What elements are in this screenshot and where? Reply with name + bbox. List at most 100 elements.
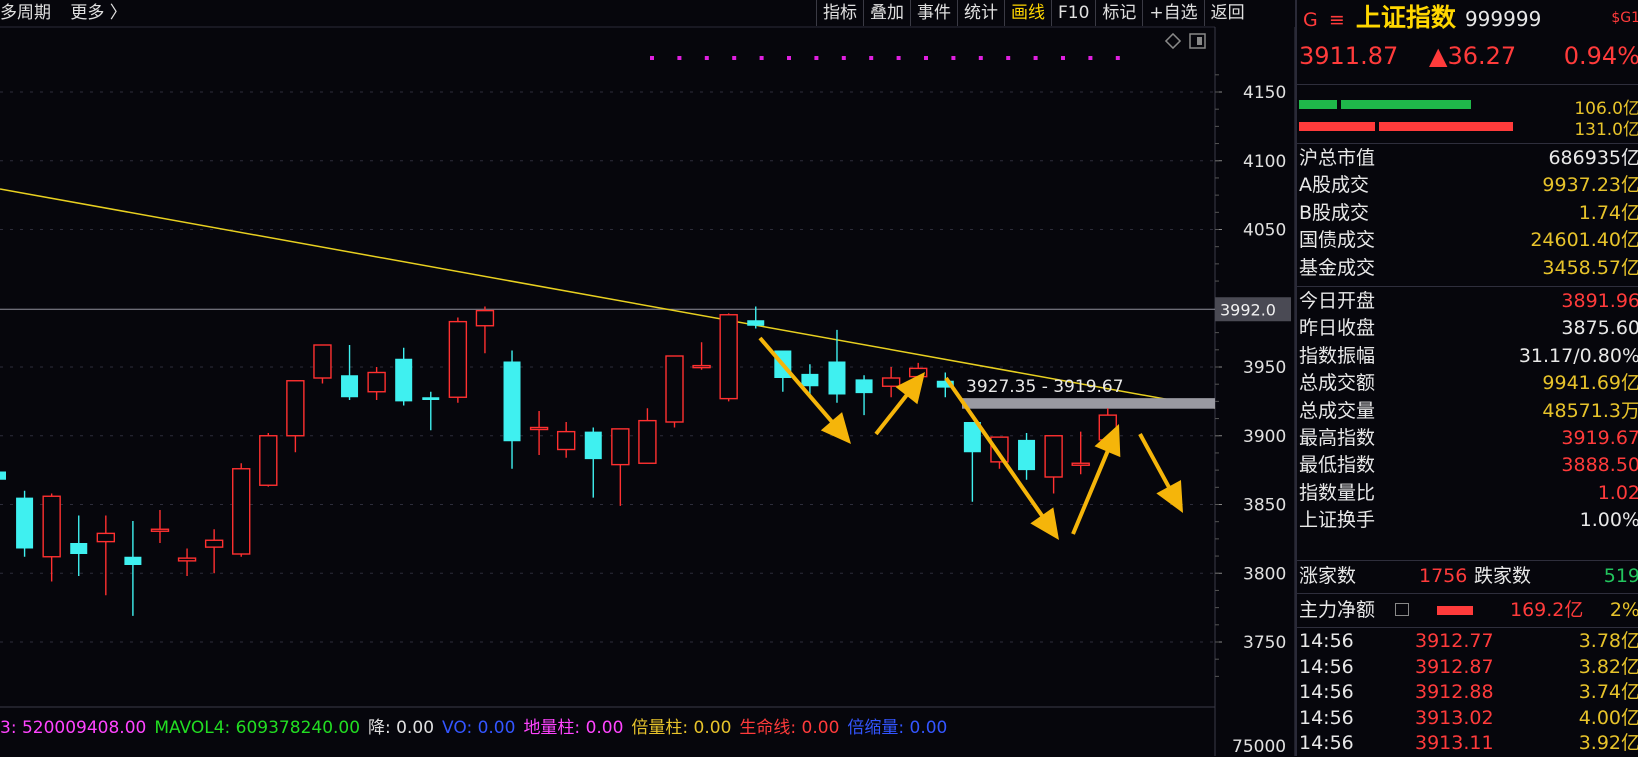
tick-volume: 3.74亿 (1578, 681, 1638, 704)
signal-dot (1006, 56, 1011, 60)
up-count-value: 1756 (1419, 565, 1468, 587)
stat-value: 31.17/0.80% (1518, 344, 1638, 367)
signal-dot (869, 56, 874, 60)
divider (1297, 84, 1638, 85)
stat-label: 沪总市值 (1299, 147, 1376, 169)
tick-time: 14:56 (1299, 681, 1354, 704)
index-code: 999999 (1464, 7, 1542, 31)
candle-body (503, 361, 521, 442)
stat-row: 最低指数 3888.50 (1297, 451, 1638, 479)
candle-body (422, 397, 440, 400)
breadth-row: 涨家数 1756 跌家数 519 (1297, 560, 1638, 592)
tick-price: 3912.88 (1415, 681, 1494, 704)
signal-dot (704, 56, 709, 60)
toolbar-button[interactable]: +自选 (1142, 0, 1203, 26)
indicator-value: 降: 0.00 (368, 718, 435, 738)
stat-value: 48571.3万 (1542, 399, 1638, 422)
stat-row: A股成交 9937.23亿 (1297, 171, 1638, 199)
stat-label: 总成交量 (1299, 399, 1376, 422)
red-bar (1299, 122, 1375, 131)
g-badge[interactable]: G (1303, 9, 1318, 31)
y-tick-label: 4100 (1243, 152, 1286, 172)
period-bar: 多周期 更多 〉 (0, 0, 141, 26)
candle-body (395, 358, 413, 402)
candle-body (1018, 439, 1036, 471)
y-tick-label: 3850 (1243, 496, 1286, 516)
signal-dot (1033, 56, 1038, 60)
toolbar-button[interactable]: 画线 (1004, 0, 1051, 26)
stat-value: 9941.69亿 (1542, 372, 1638, 395)
candle-body (611, 428, 630, 466)
stat-label: 最低指数 (1299, 454, 1376, 477)
signal-dot (814, 56, 819, 60)
stat-label: 国债成交 (1299, 229, 1376, 252)
candle-body (638, 419, 657, 464)
indicator-value: 倍缩量: 0.00 (847, 718, 948, 738)
stat-row: 指数量比 1.02 (1297, 479, 1638, 507)
signal-dot (924, 56, 928, 60)
toolbar-button[interactable]: 返回 (1203, 0, 1251, 26)
more-link[interactable]: 更多 〉 (70, 3, 126, 23)
trend-line (0, 188, 1216, 409)
signal-dot (1088, 56, 1093, 60)
red-bar-value: 131.0亿 (1574, 120, 1638, 140)
period-label[interactable]: 多周期 (0, 3, 51, 23)
candle-body (177, 557, 197, 562)
toolbar-button[interactable]: 事件 (910, 0, 957, 26)
candle-body (232, 468, 251, 555)
volume-tick-label: 75000 (1232, 737, 1286, 756)
price-marker-label: 3992.0 (1220, 300, 1276, 319)
tick-row: 14:56 3912.87 3.82亿 (1297, 654, 1638, 681)
y-tick-label: 3800 (1243, 564, 1286, 584)
stat-value: 9937.23亿 (1542, 174, 1638, 197)
candle-body (881, 377, 901, 387)
candle-body (150, 528, 170, 532)
main-flow-pct: 2% (1609, 599, 1638, 621)
range-label: 3927.35 - 3919.67 (966, 377, 1124, 397)
chart-area[interactable]: 4150 4100 4050 3950 3900 3850 3800 3750 3992.0 75… (0, 0, 1295, 756)
toolbar-button[interactable]: 标记 (1095, 0, 1142, 26)
candle-body (0, 471, 6, 480)
sg-badge[interactable]: $G1 (1611, 0, 1638, 36)
y-tick-label: 3750 (1243, 633, 1286, 653)
price-row: 3911.87 ▲36.27 0.94% (1297, 38, 1638, 74)
menu-icon[interactable]: ≡ (1329, 9, 1345, 31)
tick-row: 14:56 3913.02 4.00亿 (1297, 705, 1638, 732)
tick-volume: 3.92亿 (1578, 732, 1638, 755)
stat-value: 3919.67 (1561, 427, 1638, 449)
candlestick-chart[interactable]: 4150 4100 4050 3950 3900 3850 3800 3750 3992.0 75… (0, 0, 1295, 756)
stat-row: 总成交额 9941.69亿 (1297, 369, 1638, 397)
range-band (962, 398, 1215, 409)
toolbar-button[interactable]: 指标 (816, 0, 863, 26)
tick-volume: 3.82亿 (1578, 655, 1638, 678)
indicator-value: 地量柱: 0.00 (523, 718, 624, 738)
stat-value: 3888.50 (1561, 454, 1638, 477)
signal-dot (1061, 56, 1065, 60)
stat-row: 沪总市值 686935亿 (1297, 144, 1638, 172)
tick-price: 3912.87 (1415, 655, 1494, 678)
tick-volume: 4.00亿 (1578, 706, 1638, 729)
stat-label: 最高指数 (1299, 427, 1376, 449)
indicator-value: 倍量柱: 0.00 (631, 718, 732, 738)
indicator-value: MAVOL4: 609378240.00 (154, 718, 361, 738)
signal-dot (896, 56, 901, 60)
candle-body (855, 379, 873, 394)
candle-body (42, 495, 61, 558)
toolbar-button[interactable]: 叠加 (863, 0, 910, 26)
signal-dot (677, 56, 682, 60)
toolbar-button[interactable]: 统计 (957, 0, 1004, 26)
price-pct: 0.94% (1563, 42, 1638, 70)
candle-body (286, 380, 305, 437)
toolbar-button[interactable]: F10 (1051, 0, 1095, 26)
list-icon[interactable] (1395, 603, 1409, 616)
stat-value: 3875.60 (1561, 317, 1638, 340)
stat-row: 总成交量 48571.3万 (1297, 397, 1638, 425)
quote-header: G ≡ 上证指数 999999 (1303, 0, 1541, 36)
signal-dot (759, 56, 764, 60)
green-bar (1299, 100, 1337, 109)
down-arrow (1138, 433, 1183, 513)
stat-label: 上证换手 (1299, 509, 1376, 532)
signal-dot (732, 56, 737, 60)
down-count-value: 519 (1603, 565, 1638, 587)
stat-row: 最高指数 3919.67 (1297, 424, 1638, 452)
